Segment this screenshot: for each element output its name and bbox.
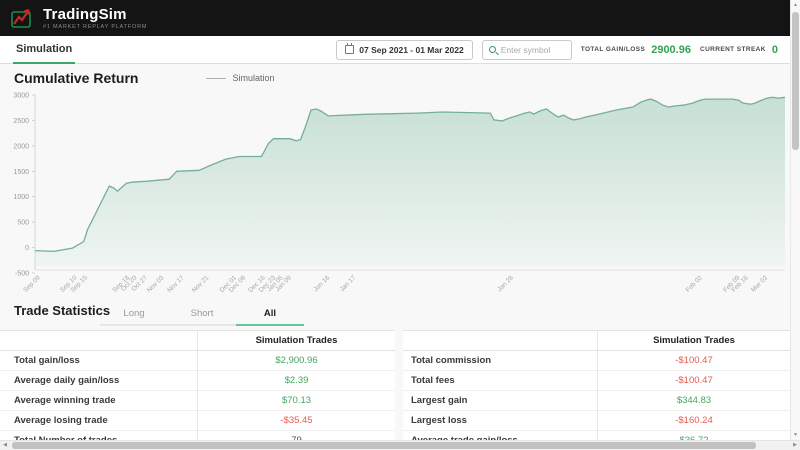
- app-header: TradingSim #1 MARKET REPLAY PLATFORM: [0, 0, 790, 36]
- horizontal-scrollbar[interactable]: ◀ ▶: [0, 440, 800, 450]
- scroll-left-icon[interactable]: ◀: [0, 441, 10, 450]
- table-row: Total fees-$100.47: [403, 371, 790, 391]
- vertical-scrollbar[interactable]: ▲ ▼: [790, 0, 800, 440]
- stat-value: -$100.47: [597, 371, 790, 390]
- total-gain-loss-label: TOTAL GAIN/LOSS: [581, 46, 646, 53]
- tradingsim-app: TradingSim #1 MARKET REPLAY PLATFORM Sim…: [0, 0, 800, 450]
- date-range-text: 07 Sep 2021 - 01 Mar 2022: [359, 45, 463, 55]
- current-streak: CURRENT STREAK 0: [700, 44, 778, 56]
- stats-tab-long[interactable]: Long: [100, 302, 168, 326]
- stat-label: Average losing trade: [0, 415, 197, 426]
- stats-table-right: Simulation TradesTotal commission-$100.4…: [403, 330, 790, 440]
- table-row: Total commission-$100.47: [403, 351, 790, 371]
- vertical-scrollbar-thumb[interactable]: [792, 12, 799, 150]
- current-streak-label: CURRENT STREAK: [700, 46, 766, 53]
- stat-value: -$160.24: [597, 411, 790, 430]
- total-gain-loss-value: 2900.96: [651, 44, 691, 56]
- y-tick-label: 1500: [13, 169, 29, 176]
- column-header: Simulation Trades: [197, 331, 395, 350]
- stat-label: Total fees: [403, 375, 597, 386]
- table-row: Average daily gain/loss$2.39: [0, 371, 395, 391]
- brand-name: TradingSim: [43, 7, 147, 22]
- stat-label: Total gain/loss: [0, 355, 197, 366]
- stat-value: $70.13: [197, 391, 395, 410]
- stat-label: Total commission: [403, 355, 597, 366]
- stat-label: Largest loss: [403, 415, 597, 426]
- symbol-search-input[interactable]: [501, 45, 569, 55]
- y-tick-label: 2500: [13, 118, 29, 125]
- cumulative-return-chart: 300025002000150010005000-500Sep 09Sep 10…: [0, 88, 790, 300]
- x-tick-label: Jan 16: [312, 274, 331, 293]
- calendar-icon: [345, 45, 354, 54]
- stat-label: Average daily gain/loss: [0, 375, 197, 386]
- x-tick-label: Jan 28: [496, 274, 515, 293]
- table-row: Total Number of trades79: [0, 431, 395, 440]
- table-row: Average trade gain/loss$36.72: [403, 431, 790, 440]
- brand-block: TradingSim #1 MARKET REPLAY PLATFORM: [43, 7, 147, 30]
- stat-value: $36.72: [597, 431, 790, 440]
- column-header: Simulation Trades: [597, 331, 790, 350]
- x-tick-label: Nov 03: [146, 274, 166, 294]
- x-tick-label: Nov 17: [166, 274, 186, 294]
- stat-label: Largest gain: [403, 395, 597, 406]
- stats-tabs: LongShortAll: [100, 302, 304, 326]
- stat-label: Average winning trade: [0, 395, 197, 406]
- scroll-right-icon[interactable]: ▶: [790, 441, 800, 450]
- stats-tab-short[interactable]: Short: [168, 302, 236, 326]
- scroll-down-icon[interactable]: ▼: [791, 430, 800, 440]
- table-header-row: Simulation Trades: [0, 331, 395, 351]
- toolbar-controls: 07 Sep 2021 - 01 Mar 2022 TOTAL GAIN/LOS…: [336, 40, 790, 60]
- stat-value: -$35.45: [197, 411, 395, 430]
- current-streak-value: 0: [772, 44, 778, 56]
- table-row: Average winning trade$70.13: [0, 391, 395, 411]
- legend-line-icon: [206, 78, 226, 79]
- y-tick-label: -500: [15, 271, 29, 278]
- table-row: Average losing trade-$35.45: [0, 411, 395, 431]
- toolbar: Simulation 07 Sep 2021 - 01 Mar 2022 TOT…: [0, 36, 790, 64]
- tab-simulation[interactable]: Simulation: [13, 36, 75, 64]
- stats-tab-all[interactable]: All: [236, 302, 304, 326]
- horizontal-scrollbar-thumb[interactable]: [12, 442, 756, 449]
- x-tick-label: Jan 17: [339, 274, 358, 293]
- y-tick-label: 3000: [13, 93, 29, 100]
- stats-table-left: Simulation TradesTotal gain/loss$2,900.9…: [0, 330, 395, 440]
- stat-value: -$100.47: [597, 351, 790, 370]
- search-icon: [489, 46, 496, 53]
- y-tick-label: 500: [17, 220, 29, 227]
- stat-value: $2,900.96: [197, 351, 395, 370]
- brand-tagline: #1 MARKET REPLAY PLATFORM: [43, 24, 147, 30]
- logo-icon: [10, 6, 36, 30]
- stat-value: $344.83: [597, 391, 790, 410]
- total-gain-loss: TOTAL GAIN/LOSS 2900.96: [581, 44, 691, 56]
- legend-label: Simulation: [232, 73, 274, 83]
- stat-value: $2.39: [197, 371, 395, 390]
- date-range-picker[interactable]: 07 Sep 2021 - 01 Mar 2022: [336, 40, 472, 60]
- y-tick-label: 2000: [13, 143, 29, 150]
- stats-tables: Simulation TradesTotal gain/loss$2,900.9…: [0, 330, 790, 440]
- chart-title: Cumulative Return: [14, 70, 138, 86]
- chart-header: Cumulative Return Simulation: [14, 70, 275, 86]
- symbol-search: [482, 40, 572, 60]
- x-tick-label: Feb 02: [685, 274, 705, 294]
- stat-value: 79: [197, 431, 395, 440]
- y-tick-label: 1000: [13, 194, 29, 201]
- scroll-up-icon[interactable]: ▲: [791, 0, 800, 10]
- y-tick-label: 0: [25, 245, 29, 252]
- stats-title: Trade Statistics: [14, 303, 110, 318]
- chart-legend: Simulation: [206, 73, 274, 83]
- table-row: Largest gain$344.83: [403, 391, 790, 411]
- table-row: Total gain/loss$2,900.96: [0, 351, 395, 371]
- x-tick-label: Nov 21: [191, 274, 211, 294]
- table-header-row: Simulation Trades: [403, 331, 790, 351]
- table-row: Largest loss-$160.24: [403, 411, 790, 431]
- x-tick-label: Mar 02: [750, 274, 770, 294]
